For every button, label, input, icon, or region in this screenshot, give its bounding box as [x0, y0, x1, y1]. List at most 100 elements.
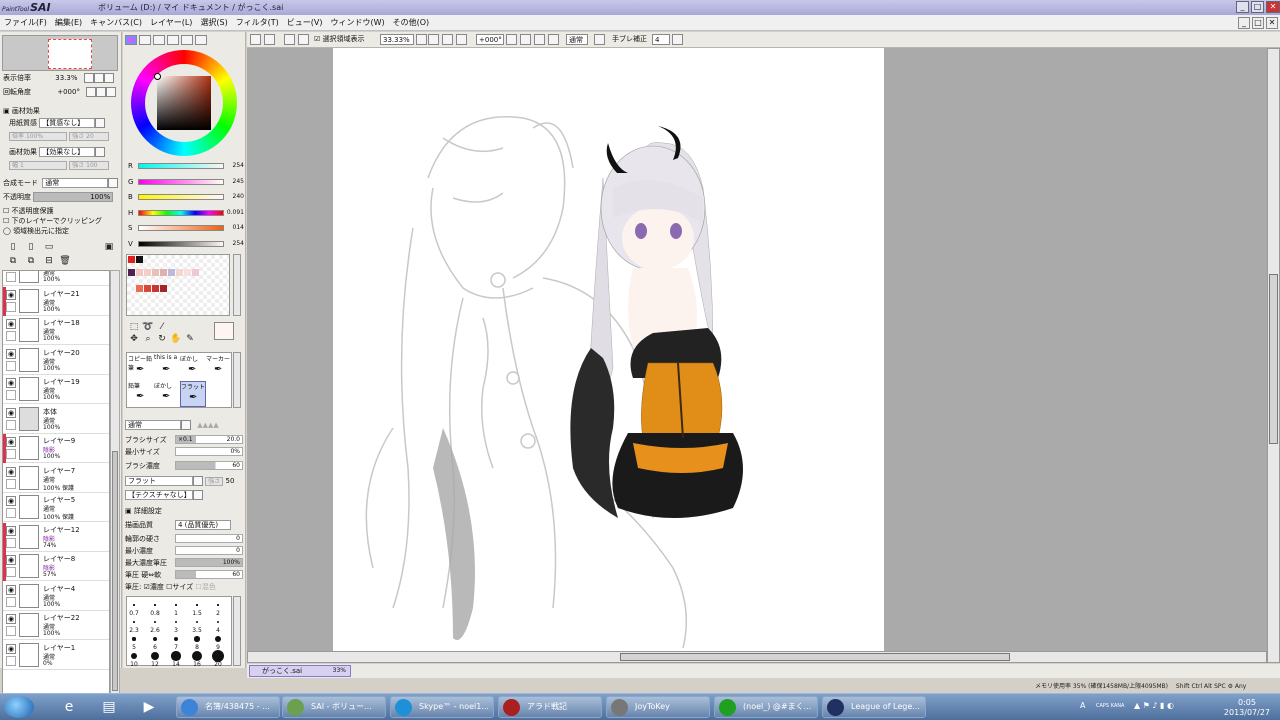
visibility-eye-icon[interactable]: ◉ — [6, 407, 16, 418]
opacity-slider[interactable]: 100% — [33, 192, 114, 202]
taskbar-button[interactable]: SAI - ボリュー... — [282, 696, 386, 718]
media-player-icon[interactable]: ▶ — [132, 696, 166, 718]
delete-layer-icon[interactable]: 🗑 — [59, 256, 71, 267]
layer-row[interactable]: ◉ 本体 通常 100% — [3, 404, 109, 434]
layer-lock-icon[interactable] — [6, 537, 16, 548]
color-wheel-tab-icon[interactable] — [125, 35, 137, 45]
brush-density-slider[interactable]: 60 — [175, 461, 243, 470]
layer-lock-icon[interactable] — [6, 508, 16, 518]
swatch-pink3[interactable] — [152, 269, 159, 276]
layer-lock-icon[interactable] — [6, 331, 16, 341]
min-size-slider[interactable]: 0% — [175, 447, 243, 456]
swatch-skin2[interactable] — [184, 269, 191, 276]
swatch-pink2[interactable] — [144, 269, 151, 276]
brush-size-dot[interactable] — [154, 604, 156, 606]
brush-shape-dropdown-icon[interactable] — [193, 476, 203, 486]
hsv-slider-tab-icon[interactable] — [153, 35, 165, 45]
swatch-scrollbar[interactable] — [233, 254, 241, 316]
rotate-ccw-button[interactable] — [520, 34, 531, 45]
brush-tool[interactable]: フラット ✒ — [180, 381, 206, 407]
brush-texture-dropdown-icon[interactable] — [193, 490, 203, 500]
layer-lock-icon[interactable] — [6, 567, 16, 577]
redo-icon[interactable] — [264, 34, 275, 45]
angle-menu-icon[interactable] — [506, 34, 517, 45]
effect-select[interactable]: 【効果なし】 — [39, 147, 96, 157]
doc-maximize-button[interactable]: □ — [1252, 17, 1264, 29]
blend-dropdown-icon[interactable] — [108, 178, 119, 188]
maximize-button[interactable]: □ — [1251, 1, 1264, 13]
rgb-slider-tab-icon[interactable] — [139, 35, 151, 45]
brush-size-dot[interactable] — [132, 637, 136, 641]
invert-selection-icon[interactable] — [298, 34, 309, 45]
brush-size-dot[interactable] — [217, 604, 219, 606]
brush-texture-select[interactable]: 【テクスチャなし】 — [125, 490, 193, 500]
visibility-eye-icon[interactable]: ◉ — [6, 584, 16, 595]
zoom-out-icon[interactable] — [83, 73, 94, 83]
swatch-tab-icon[interactable] — [181, 35, 193, 45]
rotate-cw-button[interactable] — [534, 34, 545, 45]
brush-size-dot[interactable] — [133, 621, 135, 623]
swatch-orange2[interactable] — [144, 285, 151, 292]
current-color-swatch[interactable] — [214, 322, 234, 340]
brush-mode-dropdown-icon[interactable] — [181, 420, 191, 430]
b-bar[interactable] — [138, 194, 224, 200]
swatch-purple[interactable] — [128, 269, 135, 276]
texture-dropdown-icon[interactable] — [95, 118, 106, 128]
explorer-icon[interactable]: ▤ — [92, 696, 126, 718]
rotate-reset-icon[interactable] — [106, 87, 117, 97]
s-bar[interactable] — [138, 225, 224, 231]
layer-row[interactable]: ◉ レイヤー9 陰影 100% — [3, 434, 109, 463]
visibility-eye-icon[interactable]: ◉ — [6, 348, 16, 359]
swatch-red2[interactable] — [152, 285, 159, 292]
zoom-menu-icon[interactable] — [416, 34, 427, 45]
layer-lock-icon[interactable] — [6, 626, 16, 636]
menu-canvas[interactable]: キャンバス(C) — [86, 17, 146, 28]
lasso-icon[interactable]: ➰ — [142, 322, 154, 333]
layer-lock-icon[interactable] — [6, 390, 16, 400]
visibility-eye-icon[interactable]: ◉ — [6, 437, 16, 447]
visibility-eye-icon[interactable]: ◉ — [6, 643, 16, 654]
r-bar[interactable] — [138, 163, 224, 169]
menu-file[interactable]: ファイル(F) — [0, 17, 51, 28]
brush-size-dot[interactable] — [196, 604, 198, 606]
taskbar-button[interactable]: Skype™ - noel1... — [390, 696, 494, 718]
layer-lock-icon[interactable] — [6, 272, 16, 282]
brush-size-dot[interactable] — [191, 650, 203, 662]
brush-size-dot[interactable] — [194, 636, 200, 642]
visibility-eye-icon[interactable]: ◉ — [6, 319, 16, 329]
layer-row[interactable]: ◉ レイヤー18 通常 100% — [3, 316, 109, 345]
brush-scrollbar[interactable] — [233, 352, 241, 408]
zoom-in-icon[interactable] — [93, 73, 104, 83]
panel-menu-icon[interactable]: ▣ — [103, 242, 115, 253]
menu-layer[interactable]: レイヤー(L) — [146, 17, 196, 28]
vertical-scroll-thumb[interactable] — [1269, 274, 1278, 444]
swatch-skin1[interactable] — [176, 269, 183, 276]
v-bar[interactable] — [138, 241, 224, 247]
layer-lock-icon[interactable] — [6, 419, 16, 430]
layer-row[interactable]: ◉ レイヤー19 通常 100% — [3, 375, 109, 404]
navigator-preview[interactable] — [2, 35, 118, 71]
quality-select[interactable]: 4 (品質優先) — [175, 520, 231, 530]
move-icon[interactable]: ✥ — [128, 334, 140, 345]
brush-size-dot[interactable] — [173, 636, 179, 642]
opt-clipping[interactable]: ☐ 下のレイヤーでクリッピング — [3, 216, 102, 226]
canvas-area[interactable] — [247, 48, 1267, 651]
visibility-eye-icon[interactable]: ◉ — [6, 496, 16, 506]
layer-scroll-thumb[interactable] — [112, 451, 118, 691]
swatch-skin3[interactable] — [192, 269, 199, 276]
g-bar[interactable] — [138, 179, 224, 185]
swatch-palette[interactable] — [126, 254, 230, 316]
layer-lock-icon[interactable] — [6, 596, 16, 607]
new-layer-icon[interactable]: ▯ — [7, 242, 19, 253]
layer-lock-icon[interactable] — [6, 301, 16, 312]
eyedropper-icon[interactable]: ✎ — [184, 334, 196, 345]
menu-filter[interactable]: フィルタ(T) — [232, 17, 283, 28]
menu-window[interactable]: ウィンドウ(W) — [326, 17, 388, 28]
blend-mode-select[interactable]: 通常 — [42, 178, 109, 188]
brush-shape-select[interactable]: フラット — [125, 476, 193, 486]
doc-close-button[interactable]: ✕ — [1266, 17, 1278, 29]
pressure-slider[interactable]: 60 — [175, 570, 243, 579]
undo-icon[interactable] — [250, 34, 261, 45]
taskbar-button[interactable]: 名簿/438475 - ... — [176, 696, 280, 718]
min-density-slider[interactable]: 0 — [175, 546, 243, 555]
